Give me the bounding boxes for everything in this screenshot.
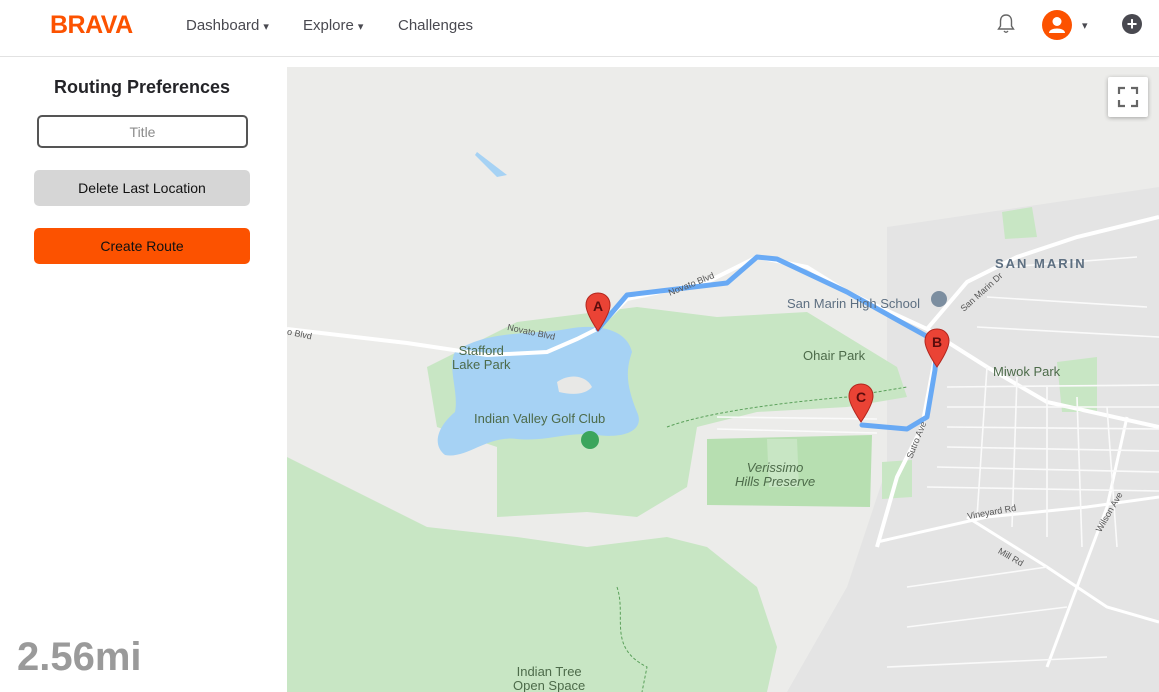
label-indian-tree-line-2: Open Space bbox=[513, 678, 586, 692]
label-verissimo-line-2: Hills Preserve bbox=[735, 474, 816, 489]
nav-dashboard[interactable]: Dashboard ▾ bbox=[186, 17, 269, 34]
route-marker-a[interactable]: A bbox=[585, 292, 611, 332]
route-distance: 2.56mi bbox=[17, 635, 142, 679]
chevron-down-icon: ▾ bbox=[263, 21, 269, 33]
label-indian-tree-open-space: Indian Tree Open Space bbox=[513, 665, 585, 692]
label-stafford-line-2: Lake Park bbox=[452, 357, 511, 372]
label-miwok-park: Miwok Park bbox=[993, 364, 1061, 379]
routing-panel: Routing Preferences Delete Last Location… bbox=[0, 57, 287, 692]
marker-c-label: C bbox=[855, 389, 867, 405]
label-verissimo-hills-preserve: Verissimo Hills Preserve bbox=[735, 461, 815, 489]
label-stafford-line-1: Stafford bbox=[458, 343, 504, 358]
user-icon bbox=[1049, 17, 1065, 33]
add-icon[interactable]: + bbox=[1122, 14, 1142, 34]
map-graphic bbox=[287, 152, 1159, 692]
fullscreen-icon bbox=[1117, 86, 1139, 108]
avatar[interactable] bbox=[1042, 10, 1072, 40]
route-marker-c[interactable]: C bbox=[848, 383, 874, 423]
brava-logo[interactable]: BRAVA bbox=[50, 11, 133, 40]
bell-icon[interactable] bbox=[996, 13, 1016, 35]
nav-challenges[interactable]: Challenges bbox=[398, 17, 473, 34]
top-navigation: BRAVA Dashboard ▾ Explore ▾ Challenges ▾ + bbox=[0, 0, 1159, 57]
nav-dashboard-label: Dashboard bbox=[186, 17, 260, 34]
label-stafford-lake-park: Stafford Lake Park bbox=[452, 344, 511, 372]
account-chevron-down-icon[interactable]: ▾ bbox=[1082, 19, 1088, 32]
nav-challenges-label: Challenges bbox=[398, 17, 474, 34]
marker-a-label: A bbox=[592, 298, 604, 314]
label-san-marin: SAN MARIN bbox=[995, 256, 1087, 271]
panel-title: Routing Preferences bbox=[53, 77, 231, 97]
nav-explore[interactable]: Explore ▾ bbox=[303, 17, 363, 34]
delete-last-location-button[interactable]: Delete Last Location bbox=[34, 170, 250, 206]
label-ohair-park: Ohair Park bbox=[803, 348, 866, 363]
label-san-marin-high-school: San Marin High School bbox=[787, 296, 920, 311]
label-indian-valley-golf-club: Indian Valley Golf Club bbox=[474, 411, 606, 426]
chevron-down-icon: ▾ bbox=[357, 21, 364, 33]
fullscreen-button[interactable] bbox=[1108, 77, 1148, 117]
label-indian-tree-line-1: Indian Tree bbox=[516, 664, 582, 679]
map-canvas[interactable]: SAN MARIN San Marin High School Stafford… bbox=[287, 67, 1159, 692]
label-verissimo-line-1: Verissimo bbox=[746, 460, 804, 475]
marker-b-label: B bbox=[931, 334, 943, 350]
create-route-button[interactable]: Create Route bbox=[34, 228, 250, 264]
route-marker-b[interactable]: B bbox=[924, 328, 950, 368]
title-input[interactable] bbox=[37, 115, 248, 148]
nav-explore-label: Explore bbox=[303, 17, 354, 34]
